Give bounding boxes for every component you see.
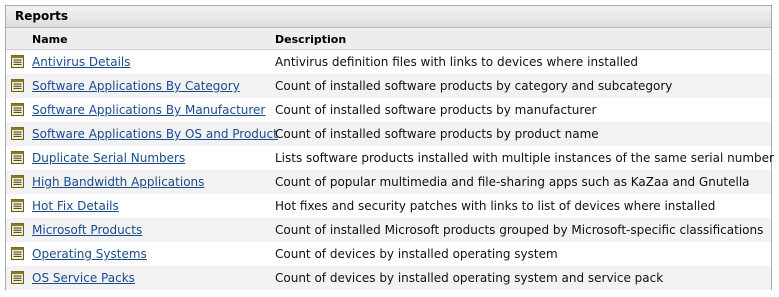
- report-link[interactable]: Software Applications By OS and Product: [32, 127, 278, 141]
- report-icon: [11, 55, 24, 68]
- report-icon: [11, 175, 24, 188]
- report-description: Count of popular multimedia and file-sha…: [275, 175, 750, 189]
- report-link[interactable]: Operating Systems: [32, 247, 147, 261]
- table-row: Antivirus Details Antivirus definition fi…: [6, 50, 771, 74]
- table-row: OS Service Packs Count of devices by inst…: [6, 266, 771, 290]
- report-icon: [11, 247, 24, 260]
- report-link[interactable]: OS Service Packs: [32, 271, 135, 285]
- report-icon: [11, 79, 24, 92]
- column-header-description[interactable]: Description: [275, 33, 346, 46]
- report-icon: [11, 103, 24, 116]
- report-link[interactable]: Microsoft Products: [32, 223, 142, 237]
- report-description: Antivirus definition files with links to…: [275, 55, 639, 69]
- report-icon: [11, 271, 24, 284]
- table-row: Software Applications By Category Count o…: [6, 74, 771, 98]
- report-icon: [11, 199, 24, 212]
- report-link[interactable]: Hot Fix Details: [32, 199, 119, 213]
- report-description: Lists software products installed with m…: [275, 151, 774, 165]
- report-link[interactable]: High Bandwidth Applications: [32, 175, 204, 189]
- report-description: Hot fixes and security patches with link…: [275, 199, 716, 213]
- report-link[interactable]: Antivirus Details: [32, 55, 131, 69]
- table-row: Duplicate Serial Numbers Lists software p…: [6, 146, 774, 170]
- report-link[interactable]: Software Applications By Manufacturer: [32, 103, 265, 117]
- table-row: Hot Fix Details Hot fixes and security pa…: [6, 194, 771, 218]
- reports-list: Antivirus Details Antivirus definition fi…: [6, 50, 774, 290]
- reports-panel: Reports Name Description Antivirus Detai…: [5, 5, 774, 290]
- report-icon: [11, 127, 24, 140]
- report-icon: [11, 151, 24, 164]
- column-header-name[interactable]: Name: [32, 33, 68, 46]
- report-link[interactable]: Duplicate Serial Numbers: [32, 151, 185, 165]
- panel-title: Reports: [6, 6, 771, 28]
- report-link[interactable]: Software Applications By Category: [32, 79, 240, 93]
- table-row: High Bandwidth Applications Count of popu…: [6, 170, 771, 194]
- report-icon: [11, 223, 24, 236]
- table-row: Software Applications By Manufacturer Cou…: [6, 98, 771, 122]
- report-description: Count of installed Microsoft products gr…: [275, 223, 764, 237]
- report-description: Count of installed software products by …: [275, 127, 599, 141]
- report-description: Count of devices by installed operating …: [275, 271, 664, 285]
- table-row: Operating Systems Count of devices by ins…: [6, 242, 771, 266]
- table-row: Microsoft Products Count of installed Mic…: [6, 218, 771, 242]
- report-description: Count of installed software products by …: [275, 79, 673, 93]
- report-description: Count of installed software products by …: [275, 103, 597, 117]
- table-row: Software Applications By OS and Product C…: [6, 122, 771, 146]
- report-description: Count of devices by installed operating …: [275, 247, 558, 261]
- column-header-row: Name Description: [6, 28, 771, 50]
